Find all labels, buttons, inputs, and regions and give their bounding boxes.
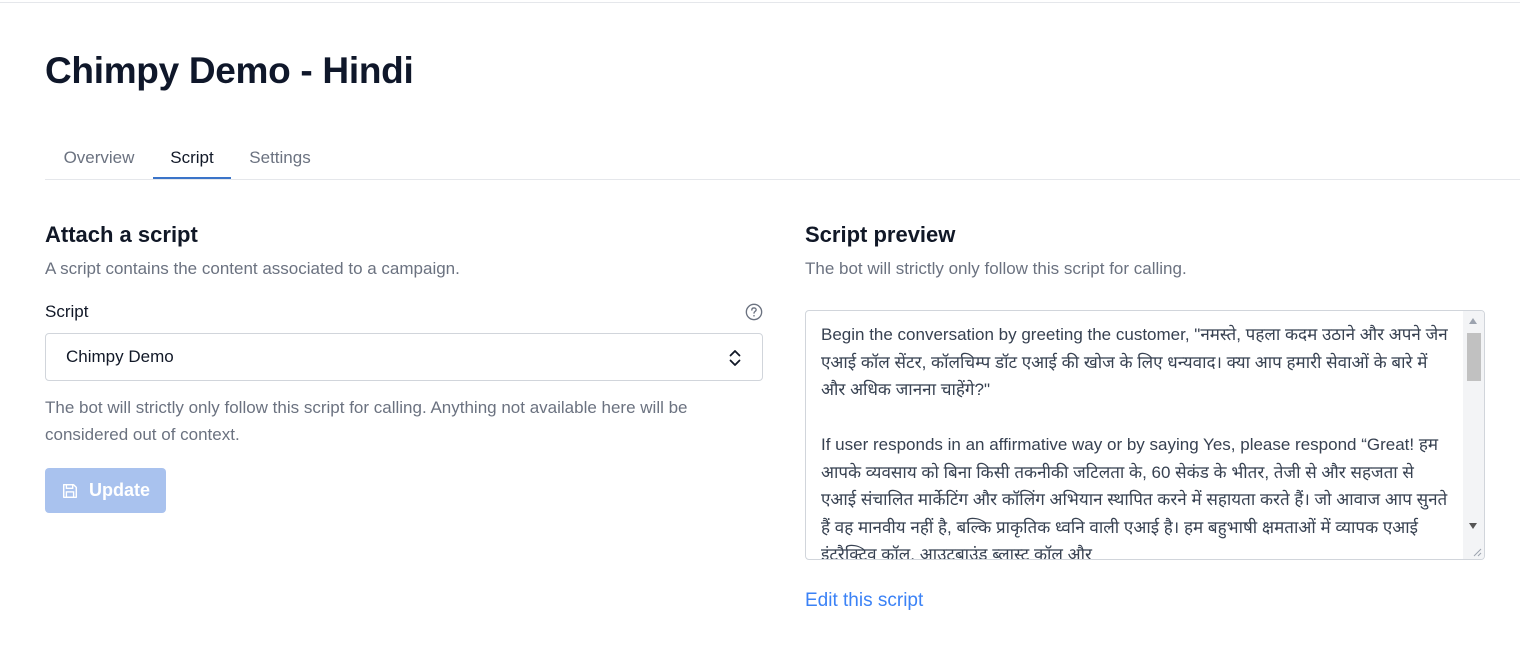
page-title: Chimpy Demo - Hindi	[45, 50, 414, 91]
script-select[interactable]: Chimpy Demo	[45, 333, 763, 381]
edit-script-link[interactable]: Edit this script	[805, 590, 923, 612]
tab-overview[interactable]: Overview	[45, 138, 153, 178]
tab-script[interactable]: Script	[153, 138, 231, 179]
script-preview-textarea[interactable]: Begin the conversation by greeting the c…	[805, 310, 1485, 560]
preview-scrollbar[interactable]	[1463, 311, 1484, 559]
save-icon	[62, 483, 78, 498]
tab-settings[interactable]: Settings	[231, 138, 329, 178]
scroll-thumb[interactable]	[1467, 333, 1481, 381]
chevron-up-down-icon	[729, 350, 741, 366]
script-select-value: Chimpy Demo	[66, 347, 174, 366]
script-preview-subtitle: The bot will strictly only follow this s…	[805, 259, 1187, 278]
scroll-up-arrow-icon[interactable]	[1469, 318, 1477, 324]
tab-bar: Overview Script Settings	[45, 138, 1520, 180]
update-button-label: Update	[88, 480, 150, 500]
top-divider	[0, 2, 1520, 3]
resize-grip-icon[interactable]	[1472, 547, 1482, 557]
question-circle-icon[interactable]	[745, 303, 763, 321]
attach-script-subtitle: A script contains the content associated…	[45, 259, 460, 278]
script-preview-content: Begin the conversation by greeting the c…	[821, 325, 1448, 560]
scroll-down-arrow-icon[interactable]	[1469, 523, 1477, 529]
attach-script-title: Attach a script	[45, 222, 198, 247]
update-button[interactable]: Update	[45, 468, 166, 513]
script-preview-title: Script preview	[805, 222, 956, 247]
script-field-label: Script	[45, 302, 89, 321]
script-help-text: The bot will strictly only follow this s…	[45, 398, 688, 444]
